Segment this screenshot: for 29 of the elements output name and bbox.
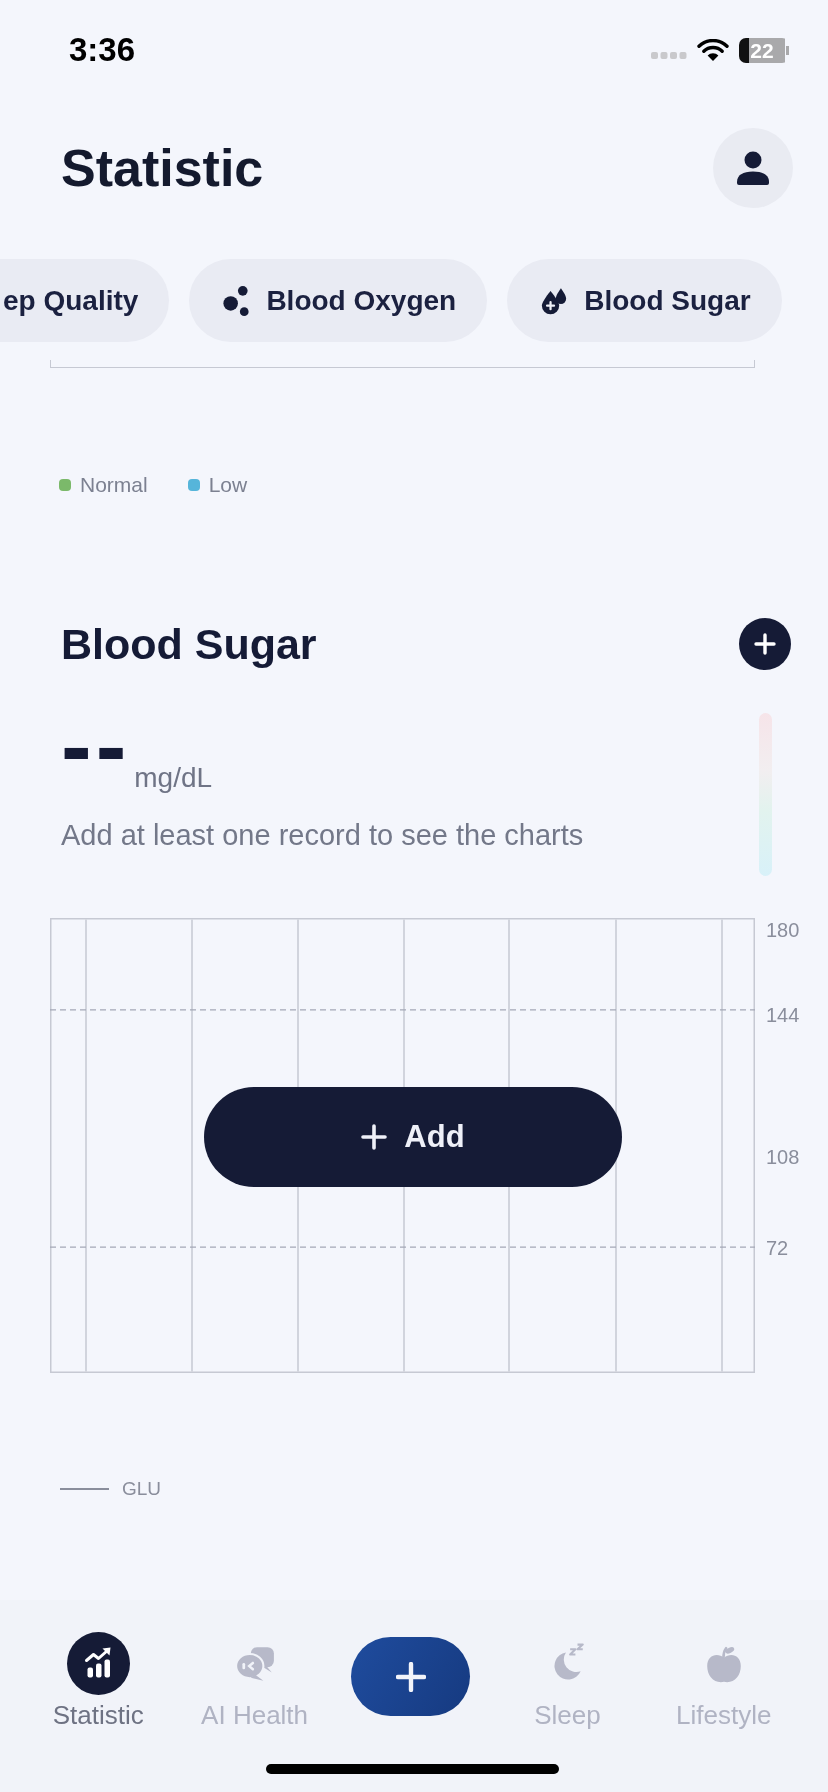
signal-icon <box>651 51 687 59</box>
plus-icon <box>396 1661 426 1692</box>
y-axis-label: 144 <box>766 1002 800 1027</box>
plus-icon <box>361 1124 388 1150</box>
y-axis-label: 108 <box>766 1144 800 1169</box>
metric-chip[interactable]: ep Quality <box>0 259 170 342</box>
y-axis-label: 72 <box>766 1235 789 1260</box>
add-button[interactable]: Add <box>204 1087 622 1187</box>
bubbles-icon <box>223 285 250 316</box>
legend-label: GLU <box>122 1477 162 1501</box>
tab-bar-item[interactable]: Statistic <box>52 1632 144 1730</box>
metric-chip[interactable]: Blood Sugar <box>507 259 782 342</box>
add-record-button[interactable] <box>739 618 791 670</box>
legend-label: Low <box>208 472 248 498</box>
page-title: Statistic <box>61 138 264 199</box>
battery-indicator: 22 <box>739 37 789 63</box>
glucose-value: -- <box>61 700 131 792</box>
person-icon <box>735 151 771 185</box>
y-axis-label: 180 <box>766 917 800 942</box>
status-time: 3:36 <box>69 31 136 69</box>
wifi-icon <box>697 39 729 61</box>
legend-line-icon <box>60 1488 109 1490</box>
metric-chip[interactable]: Blood Oxygen <box>189 259 488 342</box>
legend-label: Normal <box>80 472 148 498</box>
plus-icon <box>754 633 776 655</box>
section-title: Blood Sugar <box>61 619 317 670</box>
chart-icon <box>66 1632 130 1695</box>
empty-hint: Add at least one record to see the charts <box>61 819 584 851</box>
unit-label: mg/dL <box>134 764 213 792</box>
